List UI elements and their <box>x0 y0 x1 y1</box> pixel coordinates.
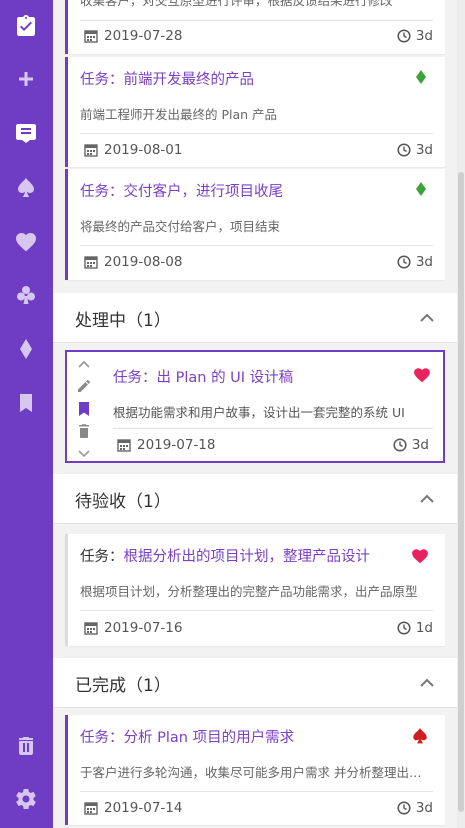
clock-icon <box>397 29 411 43</box>
clock-icon <box>397 801 411 815</box>
divider <box>80 245 433 246</box>
divider <box>80 791 433 792</box>
task-duration: 3d <box>397 254 433 270</box>
clock-icon <box>397 255 411 269</box>
task-card-selected[interactable]: 任务：出 Plan 的 UI 设计稿 根据功能需求和用户故事，设计出一套完整的系… <box>65 350 445 463</box>
task-duration: 3d <box>397 142 433 158</box>
chevron-up-icon[interactable] <box>419 675 435 691</box>
chevron-down-icon[interactable] <box>75 444 93 462</box>
diamond-icon[interactable] <box>12 335 40 363</box>
calendar-icon <box>84 802 98 815</box>
settings-icon[interactable] <box>12 785 40 813</box>
add-icon[interactable] <box>12 65 40 93</box>
task-description: 于客户进行多轮沟通，收集尽可能多用户需求 并分析整理出功能需求 <box>80 765 432 780</box>
section-header-acceptance[interactable]: 待验收（1） <box>53 474 457 524</box>
edit-icon[interactable] <box>75 377 93 395</box>
task-description: 收集客户，对交互原型进行评审，根据反馈结果进行修改 <box>80 0 393 8</box>
task-title: 任务：根据分析出的项目计划，整理产品设计 <box>80 549 370 565</box>
task-date: 2019-07-14 <box>84 800 182 816</box>
task-duration: 3d <box>397 800 433 816</box>
clock-icon <box>397 143 411 157</box>
section-title: 处理中（1） <box>75 311 171 331</box>
section-title: 待验收（1） <box>75 492 171 512</box>
trash-icon[interactable] <box>75 422 93 440</box>
heart-icon[interactable] <box>12 228 40 256</box>
task-duration: 1d <box>397 620 433 636</box>
task-date: 2019-07-28 <box>84 28 182 44</box>
task-card[interactable]: 任务：交付客户，进行项目收尾 将最终的产品交付给客户，项目结束 2019-08-… <box>65 169 445 280</box>
task-card[interactable]: 任务：前端开发最终的产品 前端工程师开发出最终的 Plan 产品 2019-08… <box>65 57 445 167</box>
chevron-up-icon[interactable] <box>75 356 93 374</box>
task-title: 任务：前端开发最终的产品 <box>80 72 254 88</box>
diamond-icon <box>416 70 426 84</box>
task-date: 2019-07-16 <box>84 620 182 636</box>
task-duration: 3d <box>393 437 429 453</box>
calendar-icon <box>84 144 98 157</box>
task-duration: 3d <box>397 28 433 44</box>
task-description: 根据功能需求和用户故事，设计出一套完整的系统 UI <box>113 405 405 420</box>
scrollbar-thumb[interactable] <box>458 172 464 812</box>
spade-icon <box>413 728 427 744</box>
divider <box>80 133 433 134</box>
sidebar <box>0 0 53 828</box>
section-header-processing[interactable]: 处理中（1） <box>53 293 457 343</box>
diamond-icon <box>416 182 426 196</box>
task-description: 根据项目计划，分析整理出的完整产品功能需求，出产品原型 <box>80 584 418 599</box>
task-title: 任务：出 Plan 的 UI 设计稿 <box>113 370 294 386</box>
task-board: 收集客户，对交互原型进行评审，根据反馈结果进行修改 2019-07-28 3d … <box>53 0 457 828</box>
task-date: 2019-07-18 <box>117 437 215 453</box>
calendar-icon <box>84 30 98 43</box>
task-date: 2019-08-08 <box>84 254 182 270</box>
task-card[interactable]: 任务：分析 Plan 项目的用户需求 于客户进行多轮沟通，收集尽可能多用户需求 … <box>65 715 445 825</box>
calendar-icon <box>117 439 131 452</box>
bookmark-icon[interactable] <box>12 389 40 417</box>
task-title: 任务：交付客户，进行项目收尾 <box>80 184 283 200</box>
heart-icon <box>412 549 428 564</box>
trash-icon[interactable] <box>12 732 40 760</box>
list-icon[interactable] <box>12 119 40 147</box>
scrollbar[interactable] <box>457 0 465 828</box>
chevron-up-icon[interactable] <box>419 310 435 326</box>
spade-icon[interactable] <box>12 174 40 202</box>
clock-icon <box>393 438 407 452</box>
task-date: 2019-08-01 <box>84 142 182 158</box>
calendar-icon <box>84 256 98 269</box>
tasks-checklist-icon[interactable] <box>12 12 40 40</box>
club-icon[interactable] <box>12 281 40 309</box>
chevron-up-icon[interactable] <box>419 491 435 507</box>
divider <box>80 610 433 611</box>
divider <box>80 20 433 21</box>
heart-icon <box>414 368 430 383</box>
divider <box>113 428 433 429</box>
task-description: 前端工程师开发出最终的 Plan 产品 <box>80 107 278 122</box>
calendar-icon <box>84 622 98 635</box>
bookmark-icon[interactable] <box>75 400 93 418</box>
clock-icon <box>397 621 411 635</box>
section-title: 已完成（1） <box>75 676 171 696</box>
task-card[interactable]: 收集客户，对交互原型进行评审，根据反馈结果进行修改 2019-07-28 3d <box>65 0 445 54</box>
section-header-done[interactable]: 已完成（1） <box>53 658 457 708</box>
task-description: 将最终的产品交付给客户，项目结束 <box>80 219 281 234</box>
task-title: 任务：分析 Plan 项目的用户需求 <box>80 730 295 746</box>
task-card[interactable]: 任务：根据分析出的项目计划，整理产品设计 根据项目计划，分析整理出的完整产品功能… <box>65 534 445 646</box>
